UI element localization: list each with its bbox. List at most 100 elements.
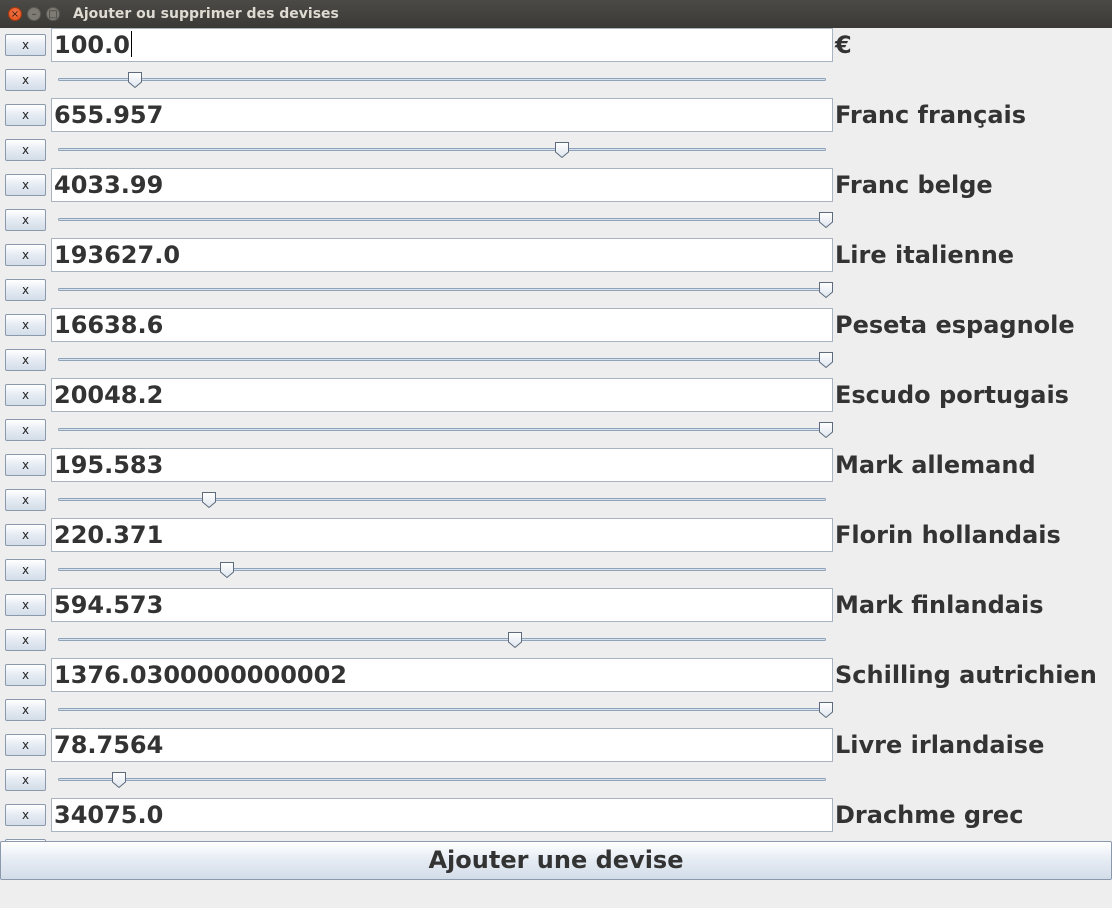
currency-name-label: Drachme grec bbox=[835, 801, 1024, 829]
remove-currency-button[interactable]: x bbox=[5, 69, 46, 91]
slider-track bbox=[58, 288, 826, 291]
currency-name-label: Mark finlandais bbox=[835, 591, 1044, 619]
currency-value-text: 78.7564 bbox=[54, 731, 164, 759]
slider-track bbox=[58, 148, 826, 151]
currency-name-label: Lire italienne bbox=[835, 241, 1015, 269]
remove-value-button[interactable]: x bbox=[5, 454, 46, 476]
currency-name-label: Schilling autrichien bbox=[835, 661, 1097, 689]
currency-name-label: Franc français bbox=[835, 101, 1027, 129]
remove-value-button[interactable]: x bbox=[5, 244, 46, 266]
remove-currency-button[interactable]: x bbox=[5, 279, 46, 301]
remove-value-button[interactable]: x bbox=[5, 34, 46, 56]
currency-value-input[interactable]: 34075.0 bbox=[51, 798, 833, 832]
currency-value-input[interactable]: 100.0 bbox=[51, 28, 833, 62]
currency-value-text: 34075.0 bbox=[54, 801, 164, 829]
currency-value-input[interactable]: 4033.99 bbox=[51, 168, 833, 202]
currency-name-label: Franc belge bbox=[835, 171, 993, 199]
currency-value-text: 1376.0300000000002 bbox=[54, 661, 348, 689]
slider-thumb[interactable] bbox=[554, 141, 570, 159]
add-currency-button[interactable]: Ajouter une devise bbox=[0, 841, 1112, 880]
remove-currency-button[interactable]: x bbox=[5, 139, 46, 161]
currency-value-text: 20048.2 bbox=[54, 381, 164, 409]
currency-slider[interactable] bbox=[58, 209, 833, 231]
slider-track bbox=[58, 428, 826, 431]
currency-slider[interactable] bbox=[58, 699, 833, 721]
remove-currency-button[interactable]: x bbox=[5, 769, 46, 791]
currency-value-text: 4033.99 bbox=[54, 171, 164, 199]
remove-value-button[interactable]: x bbox=[5, 524, 46, 546]
remove-value-button[interactable]: x bbox=[5, 314, 46, 336]
slider-thumb[interactable] bbox=[201, 491, 217, 509]
remove-currency-button[interactable]: x bbox=[5, 489, 46, 511]
currency-slider[interactable] bbox=[58, 139, 826, 161]
currency-slider[interactable] bbox=[58, 279, 833, 301]
currency-value-input[interactable]: 1376.0300000000002 bbox=[51, 658, 833, 692]
slider-track bbox=[58, 638, 826, 641]
slider-track bbox=[58, 778, 826, 781]
currency-value-text: 655.957 bbox=[54, 101, 164, 129]
currency-slider[interactable] bbox=[58, 489, 826, 511]
currency-value-input[interactable]: 16638.6 bbox=[51, 308, 833, 342]
currency-name-label: Peseta espagnole bbox=[835, 311, 1075, 339]
currency-value-input[interactable]: 195.583 bbox=[51, 448, 833, 482]
slider-thumb[interactable] bbox=[507, 631, 523, 649]
text-caret bbox=[130, 31, 132, 57]
remove-value-button[interactable]: x bbox=[5, 384, 46, 406]
currency-value-text: 220.371 bbox=[54, 521, 164, 549]
currency-value-input[interactable]: 220.371 bbox=[51, 518, 833, 552]
slider-thumb[interactable] bbox=[818, 421, 834, 439]
remove-value-button[interactable]: x bbox=[5, 174, 46, 196]
currency-slider[interactable] bbox=[58, 559, 826, 581]
remove-currency-button[interactable]: x bbox=[5, 209, 46, 231]
remove-currency-button[interactable]: x bbox=[5, 419, 46, 441]
currency-slider[interactable] bbox=[58, 629, 826, 651]
currency-slider[interactable] bbox=[58, 419, 833, 441]
remove-value-button[interactable]: x bbox=[5, 104, 46, 126]
window-maximize-button[interactable]: □ bbox=[46, 7, 60, 21]
slider-track bbox=[58, 568, 826, 571]
currency-name-label: Livre irlandaise bbox=[835, 731, 1045, 759]
currency-slider[interactable] bbox=[58, 769, 826, 791]
remove-value-button[interactable]: x bbox=[5, 664, 46, 686]
slider-track bbox=[58, 358, 826, 361]
currency-name-label: Mark allemand bbox=[835, 451, 1036, 479]
slider-thumb[interactable] bbox=[818, 211, 834, 229]
remove-currency-button[interactable]: x bbox=[5, 559, 46, 581]
slider-thumb[interactable] bbox=[111, 771, 127, 789]
currency-value-input[interactable]: 655.957 bbox=[51, 98, 833, 132]
slider-thumb[interactable] bbox=[818, 701, 834, 719]
currency-name-label: Escudo portugais bbox=[835, 381, 1069, 409]
slider-track bbox=[58, 498, 826, 501]
slider-track bbox=[58, 218, 826, 221]
currency-value-text: 100.0 bbox=[54, 31, 130, 59]
slider-track bbox=[58, 78, 826, 81]
window-minimize-button[interactable]: – bbox=[27, 7, 41, 21]
currency-value-input[interactable]: 594.573 bbox=[51, 588, 833, 622]
remove-value-button[interactable]: x bbox=[5, 804, 46, 826]
remove-currency-button[interactable]: x bbox=[5, 349, 46, 371]
currency-value-input[interactable]: 78.7564 bbox=[51, 728, 833, 762]
remove-currency-button[interactable]: x bbox=[5, 699, 46, 721]
currency-value-input[interactable]: 20048.2 bbox=[51, 378, 833, 412]
currency-value-text: 193627.0 bbox=[54, 241, 181, 269]
slider-track bbox=[58, 708, 826, 711]
remove-value-button[interactable]: x bbox=[5, 734, 46, 756]
currency-value-input[interactable]: 193627.0 bbox=[51, 238, 833, 272]
slider-thumb[interactable] bbox=[219, 561, 235, 579]
currency-value-text: 594.573 bbox=[54, 591, 164, 619]
currency-list: x 100.0 € x x 655.957 Franc français x x 4033.99 F… bbox=[0, 28, 1112, 908]
slider-thumb[interactable] bbox=[127, 71, 143, 89]
currency-slider[interactable] bbox=[58, 69, 826, 91]
title-bar: × – □ Ajouter ou supprimer des devises bbox=[0, 0, 1112, 28]
window-title: Ajouter ou supprimer des devises bbox=[73, 6, 339, 22]
window-close-button[interactable]: × bbox=[8, 7, 22, 21]
currency-name-label: € bbox=[835, 31, 852, 59]
currency-slider[interactable] bbox=[58, 349, 833, 371]
slider-thumb[interactable] bbox=[818, 281, 834, 299]
slider-thumb[interactable] bbox=[818, 351, 834, 369]
remove-currency-button[interactable]: x bbox=[5, 629, 46, 651]
remove-value-button[interactable]: x bbox=[5, 594, 46, 616]
currency-value-text: 16638.6 bbox=[54, 311, 164, 339]
currency-value-text: 195.583 bbox=[54, 451, 164, 479]
currency-name-label: Florin hollandais bbox=[835, 521, 1061, 549]
